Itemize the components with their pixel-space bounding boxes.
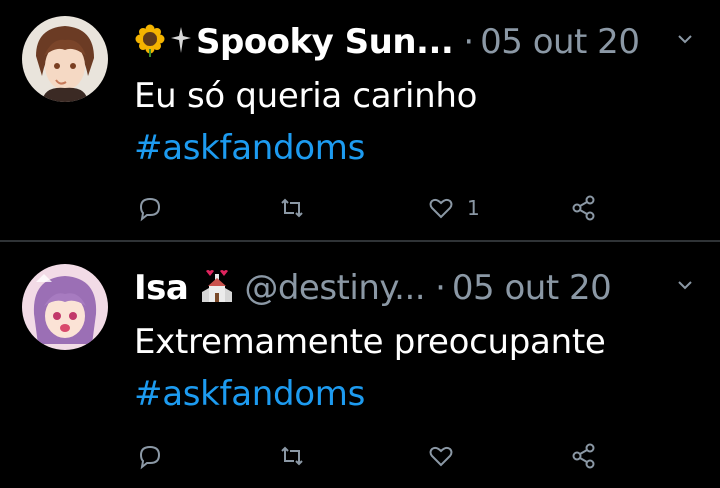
- hashtag-link[interactable]: #askfandoms: [134, 122, 477, 174]
- retweet-icon: [281, 198, 303, 218]
- reply-icon: [139, 445, 161, 470]
- tweet-text: Eu só queria carinho #askfandoms: [134, 70, 477, 174]
- separator: ·: [435, 268, 446, 308]
- timestamp[interactable]: 05 out 20: [452, 268, 612, 308]
- retweet-button[interactable]: [278, 438, 306, 474]
- display-name[interactable]: Spooky Sun...: [196, 22, 454, 62]
- church-icon: [200, 268, 234, 308]
- heart-icon: [429, 198, 453, 219]
- like-button[interactable]: [427, 438, 467, 474]
- heart-icon: [429, 446, 453, 467]
- display-name[interactable]: Isa: [134, 268, 189, 308]
- tweet-header: Spooky Sun... · 05 out 20: [134, 20, 640, 64]
- avatar[interactable]: [22, 16, 108, 102]
- sunflower-icon: [134, 23, 166, 61]
- hashtag-link[interactable]: #askfandoms: [134, 368, 605, 420]
- avatar[interactable]: [22, 264, 108, 350]
- like-count: 1: [467, 196, 480, 220]
- separator: ·: [463, 22, 475, 62]
- reply-button[interactable]: [136, 190, 164, 226]
- chevron-down-icon[interactable]: [676, 30, 694, 48]
- reply-button[interactable]: [136, 438, 164, 474]
- action-bar: [0, 438, 720, 474]
- tweet[interactable]: Isa @destiny... · 05 out 20 Extremamente…: [0, 242, 720, 488]
- share-icon: [572, 443, 595, 469]
- share-button[interactable]: [570, 438, 598, 474]
- chevron-down-icon[interactable]: [676, 276, 694, 294]
- retweet-icon: [281, 446, 303, 466]
- reply-icon: [139, 197, 161, 222]
- share-icon: [572, 195, 595, 221]
- retweet-button[interactable]: [278, 190, 306, 226]
- timestamp[interactable]: 05 out 20: [480, 22, 640, 62]
- tweet-text: Extremamente preocupante #askfandoms: [134, 316, 606, 420]
- sparkle-icon: [170, 25, 192, 59]
- tweet[interactable]: Spooky Sun... · 05 out 20 Eu só queria c…: [0, 0, 720, 240]
- action-bar: 1: [0, 190, 720, 226]
- tweet-text-line: Extremamente preocupante: [134, 322, 606, 362]
- tweet-header: Isa @destiny... · 05 out 20: [134, 266, 612, 310]
- share-button[interactable]: [570, 190, 598, 226]
- username[interactable]: @destiny...: [244, 268, 425, 308]
- like-button[interactable]: 1: [427, 190, 480, 226]
- tweet-text-line: Eu só queria carinho: [134, 76, 478, 116]
